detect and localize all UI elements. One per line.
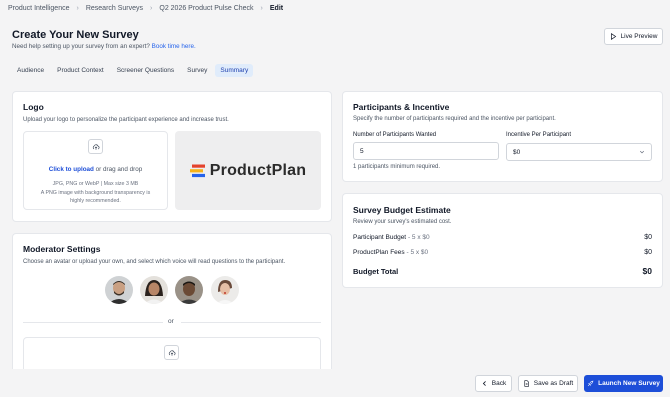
participants-min-note: 1 participants minimum required.: [353, 164, 441, 170]
divider-or: or: [168, 318, 174, 325]
budget-row-participant: Participant Budget - 5 x $0 $0: [353, 234, 652, 241]
chevron-right-icon: ›: [76, 4, 79, 12]
budget-row-label: ProductPlan Fees - 5 x $0: [353, 249, 428, 256]
breadcrumb-item-research-surveys[interactable]: Research Surveys: [86, 5, 143, 12]
book-time-link[interactable]: Book time here.: [152, 43, 196, 50]
step-tabs: Audience Product Context Screener Questi…: [12, 63, 256, 78]
breadcrumb-item-product-intelligence[interactable]: Product Intelligence: [8, 5, 69, 12]
drag-drop-text: or drag and drop: [95, 166, 143, 173]
tab-screener-questions[interactable]: Screener Questions: [112, 64, 179, 77]
page-title: Create Your New Survey: [12, 29, 139, 41]
moderator-card-title: Moderator Settings: [23, 244, 101, 254]
budget-total-value: $0: [642, 266, 652, 276]
participants-card-subtitle: Specify the number of participants requi…: [353, 116, 556, 122]
participants-count-label: Number of Participants Wanted: [353, 132, 437, 138]
launch-survey-label: Launch New Survey: [598, 380, 660, 387]
breadcrumb-item-survey[interactable]: Q2 2026 Product Pulse Check: [159, 5, 253, 12]
rocket-icon: [587, 380, 594, 387]
fees-label: ProductPlan Fees: [353, 249, 405, 256]
budget-row-total: Budget Total $0: [353, 266, 652, 276]
back-label: Back: [491, 380, 507, 387]
moderator-avatar-1[interactable]: [105, 276, 133, 304]
moderator-avatar-4[interactable]: [211, 276, 239, 304]
click-to-upload-link[interactable]: Click to upload: [49, 166, 94, 173]
tab-summary[interactable]: Summary: [215, 64, 254, 77]
productplan-logo-icon: [189, 164, 205, 177]
participant-budget-detail: - 5 x $0: [407, 234, 430, 241]
play-icon: [610, 33, 616, 40]
save-draft-label: Save as Draft: [533, 380, 574, 387]
budget-row-fees: ProductPlan Fees - 5 x $0 $0: [353, 249, 652, 256]
budget-card-subtitle: Review your survey's estimated cost.: [353, 219, 452, 225]
chevron-right-icon: ›: [150, 4, 153, 12]
fees-detail: - 5 x $0: [406, 249, 429, 256]
upload-icon: [164, 345, 179, 360]
brand-name: ProductPlan: [209, 161, 307, 179]
upload-icon: [88, 139, 103, 154]
help-text: Need help setting up your survey from an…: [12, 43, 196, 50]
budget-card-title: Survey Budget Estimate: [353, 205, 451, 215]
moderator-card-subtitle: Choose an avatar or upload your own, and…: [23, 259, 286, 265]
tab-survey[interactable]: Survey: [182, 64, 212, 77]
logo-card-title: Logo: [23, 102, 44, 112]
participant-budget-label: Participant Budget: [353, 234, 407, 241]
live-preview-button[interactable]: Live Preview: [604, 28, 663, 45]
help-text-label: Need help setting up your survey from an…: [12, 43, 150, 50]
upload-instructions: Click to upload or drag and drop: [23, 166, 168, 173]
breadcrumb-item-current: Edit: [269, 4, 284, 12]
tab-product-context[interactable]: Product Context: [52, 64, 109, 77]
chevron-down-icon: [639, 150, 645, 154]
breadcrumb: Product Intelligence › Research Surveys …: [8, 2, 283, 14]
launch-survey-button[interactable]: Launch New Survey: [584, 375, 663, 392]
incentive-select[interactable]: $0: [506, 143, 652, 161]
back-button[interactable]: Back: [475, 375, 512, 392]
tab-audience[interactable]: Audience: [12, 64, 49, 77]
moderator-avatar-3[interactable]: [175, 276, 203, 304]
incentive-label: Incentive Per Participant: [506, 132, 572, 138]
logo-card-subtitle: Upload your logo to personalize the part…: [23, 117, 229, 123]
save-draft-button[interactable]: Save as Draft: [518, 375, 578, 392]
moderator-avatar-2[interactable]: [140, 276, 168, 304]
incentive-value: $0: [513, 148, 521, 156]
upload-hint: A PNG image with background transparency…: [40, 190, 151, 204]
budget-total-label: Budget Total: [353, 266, 399, 276]
fees-value: $0: [644, 249, 652, 256]
chevron-right-icon: ›: [260, 4, 263, 12]
logo-preview: ProductPlan: [175, 131, 321, 210]
live-preview-label: Live Preview: [620, 33, 658, 40]
budget-row-label: Participant Budget - 5 x $0: [353, 234, 430, 241]
participant-budget-value: $0: [644, 234, 652, 241]
chevron-left-icon: [482, 381, 486, 386]
divider-line: [23, 322, 163, 323]
document-icon: [524, 380, 529, 387]
participants-count-input[interactable]: 5: [353, 142, 499, 160]
divider-line: [181, 322, 321, 323]
participants-card-title: Participants & Incentive: [353, 102, 450, 112]
upload-formats: JPG, PNG or WebP | Max size 3 MB: [52, 181, 139, 187]
